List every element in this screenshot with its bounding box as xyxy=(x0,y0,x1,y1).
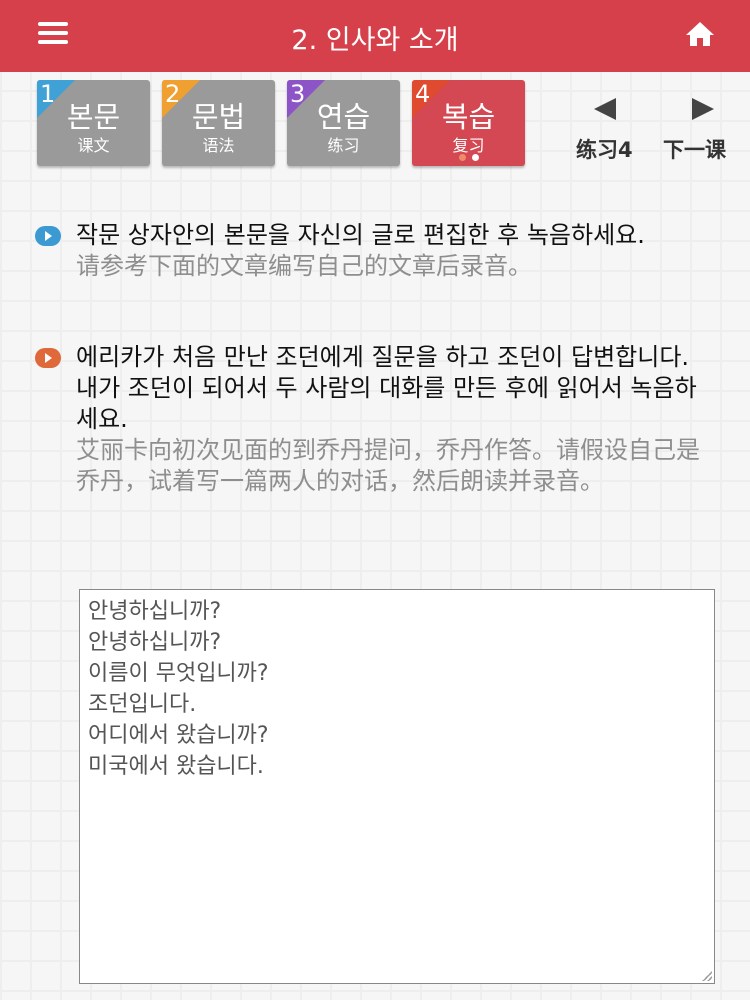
tab-practice[interactable]: 3 연습 练习 xyxy=(287,80,400,166)
tab-label-zh: 练习 xyxy=(327,136,360,155)
tab-label-ko: 본문 xyxy=(66,100,121,134)
page-title: 2. 인사와 소개 xyxy=(291,25,459,56)
play-icon xyxy=(35,348,61,368)
tab-label-ko: 문법 xyxy=(191,100,246,134)
page-dot-active xyxy=(471,154,479,161)
page-dot xyxy=(458,154,466,161)
page-dots xyxy=(412,154,525,161)
tab-label-zh: 课文 xyxy=(77,136,110,155)
next-lesson-link[interactable]: 下一课 xyxy=(663,134,726,164)
resize-handle[interactable] xyxy=(702,971,712,981)
instruction-2-zh: 艾丽卡向初次见面的到乔丹提问，乔丹作答。请假设自己是乔丹，试着写一篇两人的对话，… xyxy=(76,436,700,495)
home-icon[interactable] xyxy=(684,20,716,48)
answer-line: 안녕하십니까? xyxy=(88,630,222,655)
instruction-1-ko: 작문 상자안의 본문을 자신의 글로 편집한 후 녹음하세요. xyxy=(76,221,645,249)
instruction-2-ko-line-2: 내가 조던이 되어서 두 사람의 대화를 만든 후에 읽어서 녹음하세요. xyxy=(76,374,697,433)
answer-textarea[interactable]: 안녕하십니까? 안녕하십니까? 이름이 무엇입니까? 조던입니다. 어디에서 왔… xyxy=(79,589,715,984)
tab-label-ko: 복습 xyxy=(441,100,496,134)
tab-label-zh: 语法 xyxy=(202,136,235,155)
tab-grammar[interactable]: 2 문법 语法 xyxy=(162,80,275,166)
answer-line: 안녕하십니까? xyxy=(88,599,222,624)
tab-text[interactable]: 1 본문 课文 xyxy=(37,80,150,166)
top-bar: 2. 인사와 소개 xyxy=(0,0,750,72)
tab-label-ko: 연습 xyxy=(316,100,371,134)
answer-line: 미국에서 왔습니다. xyxy=(88,754,264,779)
instruction-2: 에리카가 처음 만난 조던에게 질문을 하고 조던이 답변합니다. 내가 조던이… xyxy=(76,342,716,497)
instruction-1-zh: 请参考下面的文章编写自己的文章后录音。 xyxy=(76,252,532,280)
tab-review[interactable]: 4 복습 复习 xyxy=(412,80,525,166)
answer-line: 이름이 무엇입니까? xyxy=(88,661,269,686)
chevron-right-icon xyxy=(35,226,61,246)
instruction-2-ko-line-1: 에리카가 처음 만난 조던에게 질문을 하고 조던이 답변합니다. xyxy=(76,343,690,371)
tab-label-zh: 复习 xyxy=(452,136,485,155)
answer-line: 조던입니다. xyxy=(88,692,197,717)
next-arrow-icon[interactable] xyxy=(692,98,714,120)
prev-arrow-icon[interactable] xyxy=(594,98,616,120)
instruction-1: 작문 상자안의 본문을 자신의 글로 편집한 후 녹음하세요. 请参考下面的文章… xyxy=(76,220,716,282)
prev-lesson-link[interactable]: 练习4 xyxy=(576,134,633,164)
answer-line: 어디에서 왔습니까? xyxy=(88,723,269,748)
